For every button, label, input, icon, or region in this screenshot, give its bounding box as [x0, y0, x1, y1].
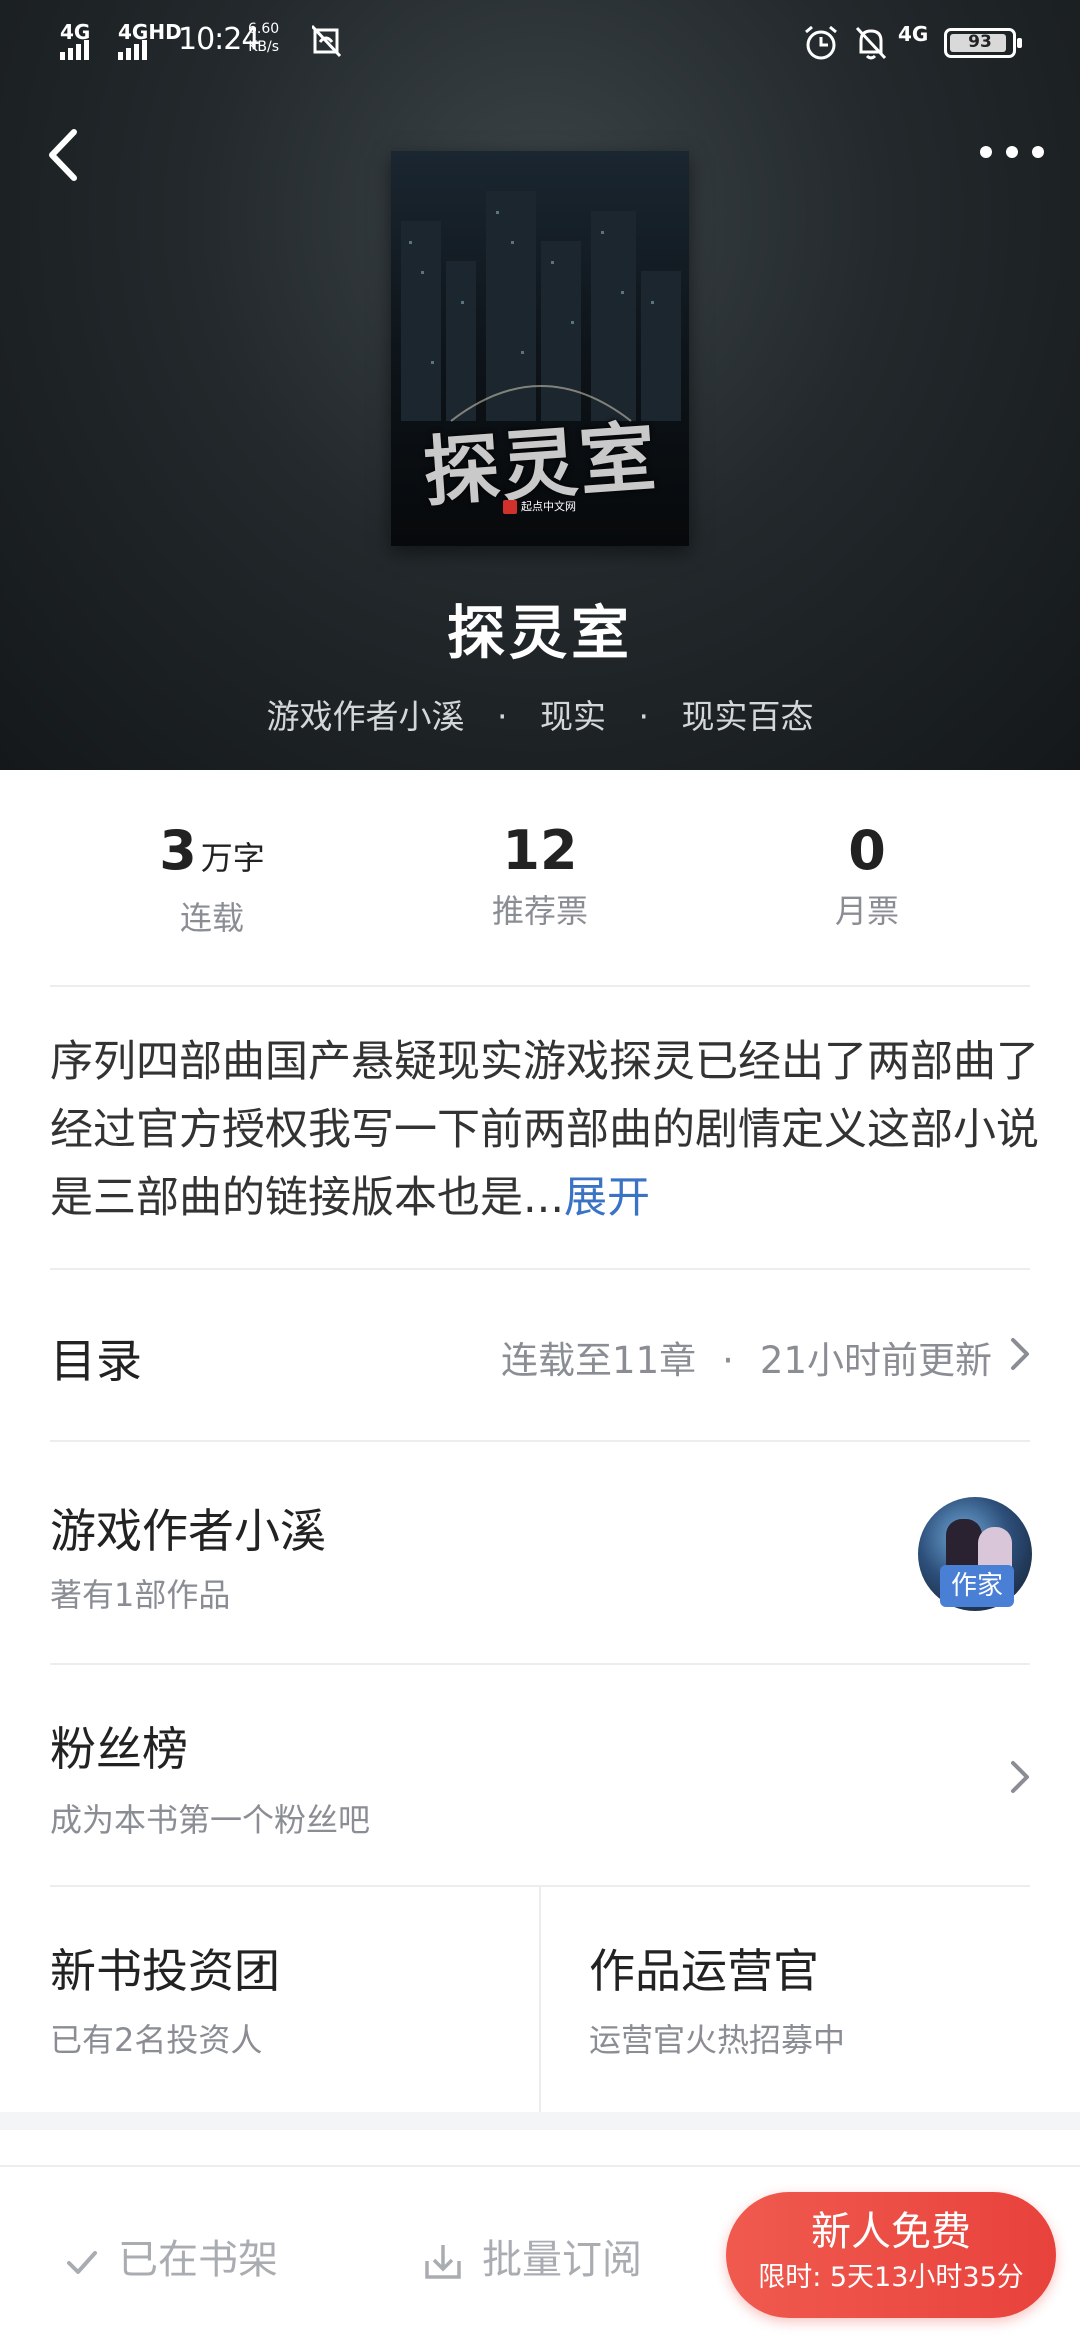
divider: [50, 1268, 1030, 1270]
expand-link[interactable]: 展开: [564, 1173, 650, 1223]
divider: [50, 985, 1030, 987]
meta-separator: ·: [497, 697, 508, 736]
meta-separator: ·: [638, 697, 650, 736]
alarm-icon: [805, 25, 837, 60]
toc-title: 目录: [50, 1334, 142, 1388]
stat-value: 0: [848, 819, 886, 882]
synopsis-text: 序列四部曲国产悬疑现实游戏探灵已经出了两部曲了经过官方授权我写一下前两部曲的剧情…: [50, 1037, 1039, 1223]
book-meta: 游戏作者小溪 · 现实 · 现实百态: [0, 690, 1080, 738]
stat-unit: 万字: [200, 839, 265, 877]
stat-label: 推荐票: [491, 892, 588, 930]
operator-subtitle: 运营官火热招募中: [589, 2021, 846, 2059]
battery-icon: 93: [944, 28, 1022, 58]
in-shelf-button[interactable]: 已在书架: [64, 2227, 278, 2285]
operator-title: 作品运营官: [589, 1944, 819, 1998]
stat-label: 月票: [834, 892, 899, 930]
chevron-right-icon: [1011, 1761, 1029, 1793]
toc-progress: 连载至11章: [501, 1339, 697, 1382]
stat-value: 12: [502, 819, 578, 882]
vertical-divider: [539, 1885, 541, 2113]
network-speed: 6.60 KB/s: [248, 20, 279, 56]
synopsis[interactable]: 序列四部曲国产悬疑现实游戏探灵已经出了两部曲了经过官方授权我写一下前两部曲的剧情…: [50, 1028, 1040, 1232]
back-icon[interactable]: [40, 120, 90, 190]
book-category[interactable]: 现实: [540, 697, 606, 736]
stat-recommend-votes[interactable]: 12 推荐票: [390, 818, 690, 932]
fans-subtitle: 成为本书第一个粉丝吧: [50, 1801, 371, 1839]
chevron-right-icon: [1011, 1338, 1029, 1370]
meta-separator: ·: [722, 1339, 734, 1382]
section-gap: [0, 2112, 1080, 2130]
network-speed-value: 6.60: [248, 21, 280, 37]
author-works: 著有1部作品: [50, 1576, 231, 1614]
more-dots-icon[interactable]: [972, 132, 1052, 172]
signal-bars-icon-2: [118, 40, 150, 60]
toc-meta: 连载至11章 · 21小时前更新: [501, 1330, 992, 1384]
network-indicator-3: 4G: [898, 22, 929, 46]
stat-value: 3: [159, 819, 197, 882]
investment-subtitle: 已有2名投资人: [50, 2021, 263, 2059]
investment-title: 新书投资团: [50, 1944, 280, 1998]
signal-bars-icon-1: [60, 40, 92, 60]
publisher-logo: 起点中文网: [503, 498, 576, 514]
free-button-countdown: 限时: 5天13小时35分: [758, 2262, 1024, 2293]
download-icon: [425, 2245, 461, 2279]
check-icon: [67, 2251, 97, 2274]
battery-level: 93: [968, 32, 992, 52]
book-subcategory[interactable]: 现实百态: [682, 697, 814, 736]
author-name: 游戏作者小溪: [50, 1504, 326, 1558]
new-user-free-button[interactable]: 新人免费 限时: 5天13小时35分: [726, 2192, 1056, 2318]
publisher-logo-text: 起点中文网: [521, 500, 576, 513]
divider: [50, 1663, 1030, 1665]
stat-monthly-votes[interactable]: 0 月票: [717, 818, 1017, 932]
author-badge: 作家: [940, 1565, 1014, 1607]
book-author[interactable]: 游戏作者小溪: [267, 697, 465, 736]
screenshot-icon: [312, 24, 342, 58]
network-speed-unit: KB/s: [248, 39, 279, 55]
toc-updated: 21小时前更新: [759, 1339, 992, 1382]
book-title: 探灵室: [446, 599, 633, 667]
book-cover[interactable]: 探灵室 起点中文网: [391, 151, 689, 546]
divider: [50, 1440, 1030, 1442]
status-bar: 4G 4GHD 10:24 6.60 KB/s 4G 93: [0, 0, 1080, 90]
free-button-title: 新人免费: [811, 2209, 971, 2255]
fans-title: 粉丝榜: [50, 1722, 188, 1776]
batch-subscribe-button[interactable]: 批量订阅: [422, 2227, 642, 2285]
stat-label: 连载: [179, 899, 244, 937]
mute-bell-icon: [855, 26, 887, 60]
stat-word-count: 3 万字 连载: [62, 818, 362, 939]
book-hero: 4G 4GHD 10:24 6.60 KB/s 4G 93 探灵室 起点中文网 …: [0, 0, 1080, 770]
batch-subscribe-label: 批量订阅: [482, 2237, 642, 2283]
in-shelf-label: 已在书架: [118, 2237, 278, 2283]
